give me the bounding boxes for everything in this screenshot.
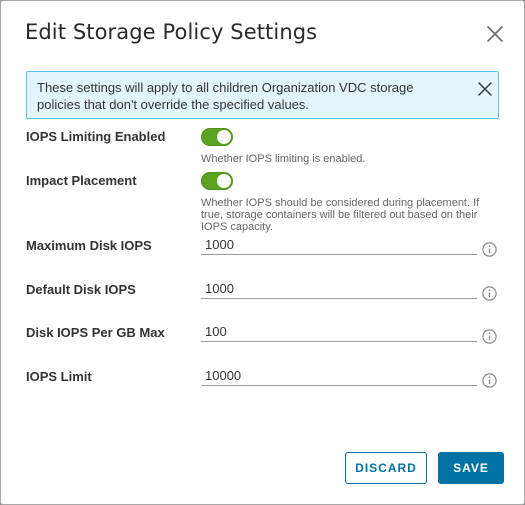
- iops-limit-label: IOPS Limit: [26, 369, 92, 384]
- info-icon[interactable]: [482, 286, 497, 301]
- max-disk-iops-label: Maximum Disk IOPS: [26, 238, 152, 253]
- disk-iops-per-gb-label: Disk IOPS Per GB Max: [26, 325, 165, 340]
- iops-limit-input[interactable]: [201, 366, 477, 386]
- disk-iops-per-gb-input[interactable]: [201, 322, 477, 342]
- alert-text: These settings will apply to all childre…: [37, 80, 414, 112]
- info-icon[interactable]: [482, 329, 497, 344]
- dialog-title: Edit Storage Policy Settings: [25, 20, 318, 44]
- close-icon[interactable]: [486, 25, 504, 43]
- impact-placement-label: Impact Placement: [26, 173, 137, 188]
- impact-placement-toggle[interactable]: [201, 172, 233, 190]
- alert-close-icon[interactable]: [478, 82, 492, 96]
- info-alert: These settings will apply to all childre…: [26, 71, 499, 119]
- edit-storage-policy-dialog: Edit Storage Policy Settings These setti…: [0, 0, 525, 505]
- info-icon[interactable]: [482, 242, 497, 257]
- discard-button[interactable]: DISCARD: [345, 452, 427, 484]
- iops-limiting-helper: Whether IOPS limiting is enabled.: [201, 153, 366, 165]
- toggle-knob: [217, 130, 231, 144]
- iops-limiting-toggle[interactable]: [201, 128, 233, 146]
- default-disk-iops-input[interactable]: [201, 279, 477, 299]
- toggle-knob: [217, 174, 231, 188]
- iops-limiting-label: IOPS Limiting Enabled: [26, 129, 166, 144]
- impact-placement-helper: Whether IOPS should be considered during…: [201, 197, 480, 233]
- default-disk-iops-label: Default Disk IOPS: [26, 282, 136, 297]
- save-button[interactable]: SAVE: [438, 452, 504, 484]
- max-disk-iops-input[interactable]: [201, 235, 477, 255]
- info-icon[interactable]: [482, 373, 497, 388]
